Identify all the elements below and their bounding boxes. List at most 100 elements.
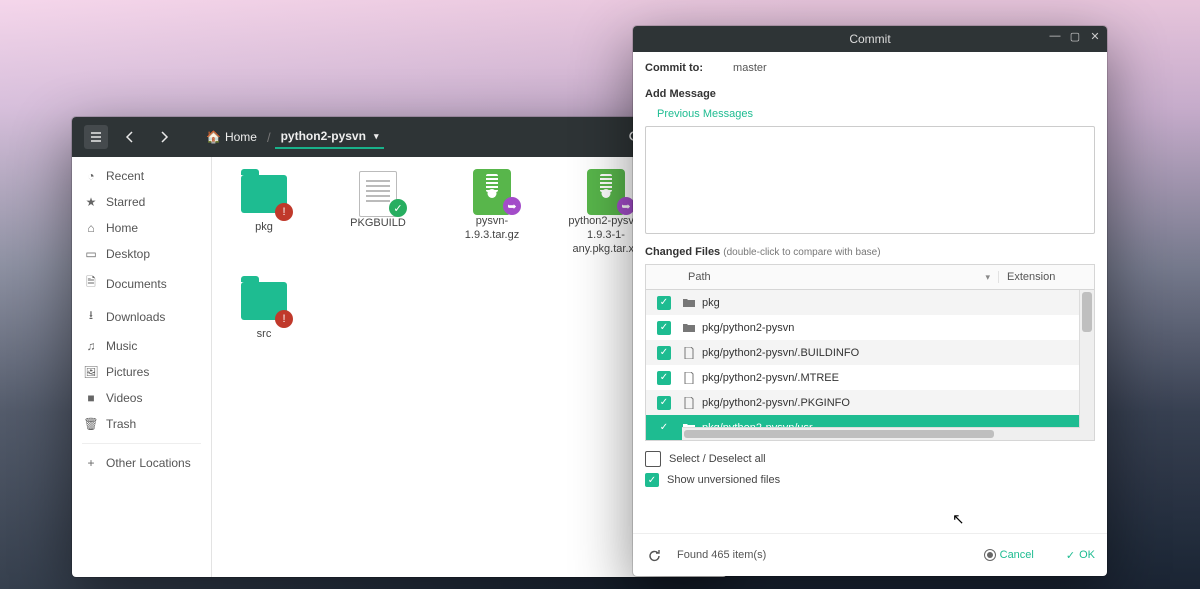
sidebar-icon: ⭳: [84, 306, 98, 327]
close-button[interactable]: ✕: [1089, 30, 1101, 42]
sidebar-item-trash[interactable]: 🗑Trash: [72, 411, 211, 437]
commit-message-input[interactable]: [645, 126, 1095, 234]
show-unversioned-label: Show unversioned files: [667, 474, 780, 486]
changed-file-row[interactable]: ✓ pkg: [646, 290, 1080, 315]
breadcrumb-current[interactable]: python2-pysvn ▾: [275, 125, 385, 149]
forward-button[interactable]: [152, 125, 176, 149]
changed-file-row[interactable]: ✓ pkg/python2-pysvn/.BUILDINFO: [646, 340, 1080, 365]
horizontal-scrollbar[interactable]: [682, 427, 1080, 440]
home-icon: 🏠: [206, 130, 221, 144]
changed-file-row[interactable]: ✓pkg/python2-pysvn/.PKGINFO: [646, 390, 1080, 415]
minimize-button[interactable]: —: [1049, 30, 1061, 42]
maximize-button[interactable]: ▢: [1069, 30, 1081, 42]
sidebar-icon: ◔: [84, 169, 98, 183]
checkbox-checked-icon: ✓: [645, 473, 659, 487]
select-all-checkbox[interactable]: Select / Deselect all: [645, 451, 1095, 467]
file-item[interactable]: ✓PKGBUILD: [336, 175, 420, 256]
file-item[interactable]: ➥pysvn-1.9.3.tar.gz: [450, 175, 534, 256]
breadcrumb-home[interactable]: 🏠 Home: [200, 126, 263, 148]
sidebar-item-label: Pictures: [106, 365, 149, 379]
sidebar-item-label: Downloads: [106, 310, 165, 324]
error-badge-icon: !: [275, 203, 293, 221]
ok-badge-icon: ✓: [389, 199, 407, 217]
file-table-header: Path ▾ Extension: [645, 264, 1095, 289]
changed-files-header: Changed Files (double-click to compare w…: [645, 246, 1095, 258]
commit-footer: Found 465 item(s) Cancel ✓ OK: [633, 533, 1107, 576]
vertical-scrollbar[interactable]: [1079, 290, 1094, 440]
checkbox-checked-icon: ✓: [657, 396, 671, 410]
cancel-button[interactable]: Cancel: [984, 549, 1034, 561]
row-checkbox[interactable]: ✓: [646, 296, 682, 310]
sidebar-item-documents[interactable]: 🗎 Documents: [72, 267, 211, 300]
row-checkbox[interactable]: ✓: [646, 346, 682, 360]
show-unversioned-checkbox[interactable]: ✓ Show unversioned files: [645, 473, 1095, 487]
sidebar-item-desktop[interactable]: ▭Desktop: [72, 241, 211, 267]
row-checkbox[interactable]: ✓: [646, 321, 682, 335]
row-checkbox[interactable]: ✓: [646, 396, 682, 410]
sidebar-item-home[interactable]: ⌂Home: [72, 215, 211, 241]
sidebar-item-pictures[interactable]: 🖼 Pictures: [72, 359, 211, 385]
file-label: pkg: [222, 221, 306, 235]
file-icon: [682, 396, 696, 410]
sidebar-item-recent[interactable]: ◔Recent: [72, 163, 211, 189]
file-item[interactable]: !src: [222, 282, 306, 342]
previous-messages-link[interactable]: Previous Messages: [657, 108, 1095, 120]
file-manager-titlebar: 🏠 Home / python2-pysvn ▾ ▾: [72, 117, 727, 157]
row-checkbox[interactable]: ✓: [646, 371, 682, 385]
sidebar-icon: ⌂: [84, 221, 98, 235]
commit-to-value: master: [733, 62, 767, 74]
file-path: pkg/python2-pysvn/.BUILDINFO: [702, 347, 1080, 359]
column-extension[interactable]: Extension: [998, 271, 1079, 283]
file-label: src: [222, 328, 306, 342]
commit-title: Commit: [849, 32, 890, 46]
folder-icon: [682, 296, 696, 310]
file-manager-window: 🏠 Home / python2-pysvn ▾ ▾: [72, 117, 727, 577]
checkbox-checked-icon: ✓: [657, 371, 671, 385]
plus-icon: +: [84, 456, 98, 470]
checkbox-checked-icon: ✓: [657, 321, 671, 335]
add-message-label: Add Message: [645, 88, 1095, 100]
sidebar-item-downloads[interactable]: ⭳ Downloads: [72, 300, 211, 333]
cancel-icon: [984, 549, 996, 561]
error-badge-icon: !: [275, 310, 293, 328]
refresh-button[interactable]: [645, 546, 663, 564]
sidebar-icon: ■: [84, 391, 98, 405]
sidebar: ◔Recent★Starred⌂Home▭Desktop 🗎 Documents ⭳ D…: [72, 157, 212, 577]
select-all-label: Select / Deselect all: [669, 453, 766, 465]
back-button[interactable]: [118, 125, 142, 149]
sidebar-icon: ♫: [84, 339, 98, 353]
sidebar-icon: 🖼: [84, 365, 98, 379]
file-label: PKGBUILD: [336, 217, 420, 231]
checkbox-checked-icon: ✓: [657, 296, 671, 310]
sidebar-other-locations[interactable]: + Other Locations: [72, 450, 211, 476]
changed-files-hint: (double-click to compare with base): [723, 247, 880, 258]
sidebar-item-starred[interactable]: ★Starred: [72, 189, 211, 215]
sidebar-icon: 🗎: [84, 273, 98, 294]
sidebar-item-label: Desktop: [106, 247, 150, 261]
commit-to-row: Commit to: master: [645, 62, 1095, 74]
chevron-down-icon: ▾: [985, 272, 990, 283]
check-icon: ✓: [1066, 549, 1075, 562]
files-app-menu-button[interactable]: [84, 125, 108, 149]
file-item[interactable]: !pkg: [222, 175, 306, 256]
checkbox-unchecked-icon: [645, 451, 661, 467]
breadcrumb: 🏠 Home / python2-pysvn ▾: [200, 125, 384, 149]
column-path[interactable]: Path ▾: [682, 271, 998, 283]
sidebar-item-music[interactable]: ♫Music: [72, 333, 211, 359]
sidebar-item-label: Documents: [106, 277, 167, 291]
sidebar-item-videos[interactable]: ■ Videos: [72, 385, 211, 411]
changed-file-row[interactable]: ✓pkg/python2-pysvn: [646, 315, 1080, 340]
sidebar-icon: 🗑: [84, 417, 98, 431]
changed-file-row[interactable]: ✓pkg/python2-pysvn/.MTREE: [646, 365, 1080, 390]
commit-titlebar: Commit — ▢ ✕: [633, 26, 1107, 52]
sidebar-item-label: Other Locations: [106, 456, 191, 470]
sidebar-item-label: Videos: [106, 391, 142, 405]
file-path: pkg: [702, 297, 1080, 309]
checkbox-checked-icon: ✓: [657, 346, 671, 360]
row-checkbox[interactable]: ✓: [646, 421, 682, 435]
checkbox-checked-icon: ✓: [657, 421, 671, 435]
file-label: pysvn-1.9.3.tar.gz: [450, 215, 534, 243]
breadcrumb-separator: /: [267, 130, 271, 145]
share-badge-icon: ➥: [503, 197, 521, 215]
ok-button[interactable]: ✓ OK: [1066, 549, 1095, 562]
